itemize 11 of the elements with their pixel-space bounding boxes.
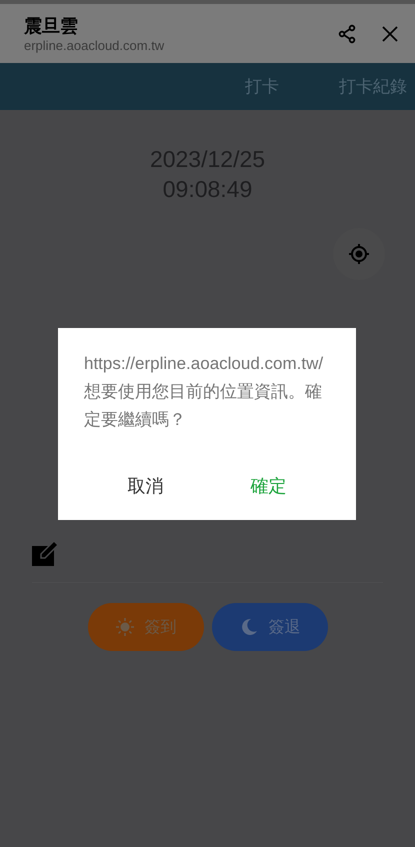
action-button[interactable]: 簽到 [88,603,204,651]
dialog-button[interactable]: 確定 [242,470,294,502]
dialog-message: https://erpline.aoacloud.com.tw/想要使用您目前的位置資訊。確定要繼續嗎？ [84,353,324,431]
share-icon[interactable] [337,24,357,44]
page-title: 震旦雲 [24,15,79,38]
close-icon[interactable] [381,24,399,42]
locate-icon [347,242,371,266]
sun-icon [114,617,134,637]
page-url: erpline.aoacloud.com.tw [24,38,166,53]
dialog-button[interactable]: 取消 [120,470,172,502]
action-button[interactable]: 簽退 [212,603,328,651]
